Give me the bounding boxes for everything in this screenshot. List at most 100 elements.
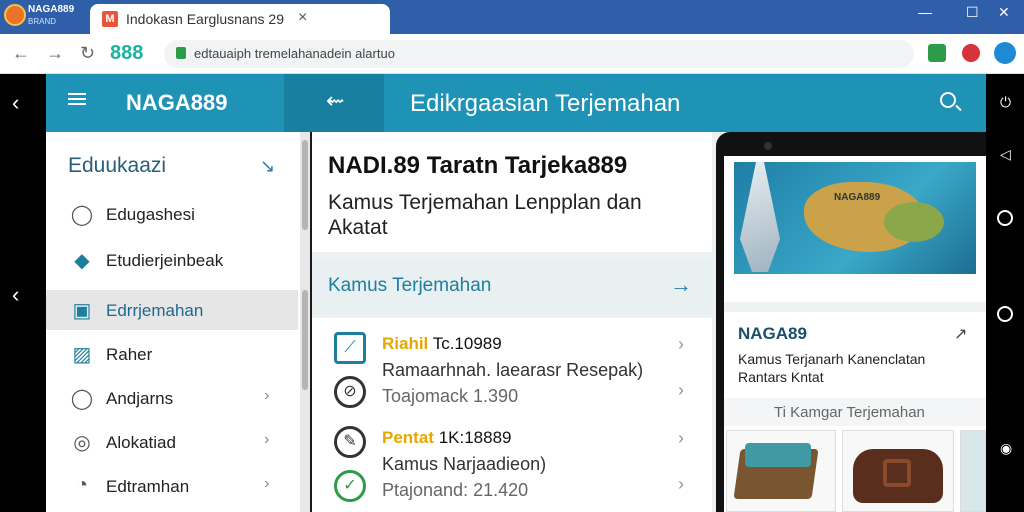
book-cover-image bbox=[745, 443, 811, 467]
bag-strap-image bbox=[883, 459, 911, 487]
reload-icon[interactable]: ↻ bbox=[80, 43, 95, 64]
sidebar-heading: Eduukaazi bbox=[68, 154, 167, 177]
search-icon[interactable] bbox=[940, 92, 956, 108]
no-entry-icon: ⊘ bbox=[334, 376, 366, 408]
phone-card[interactable]: NAGA89 ↗ Kamus Terjanarh Kanenclatan Ran… bbox=[724, 302, 986, 394]
product-tile-3[interactable] bbox=[960, 430, 986, 512]
sidebar-item-label: Raher bbox=[106, 345, 153, 364]
banner-label: Kamus Terjemahan bbox=[328, 275, 492, 296]
list-item-title[interactable]: Pentat 1K:18889 bbox=[382, 428, 511, 448]
chevron-right-icon[interactable]: › bbox=[678, 428, 684, 449]
tab-favicon-icon: M bbox=[102, 11, 118, 27]
hamburger-menu-icon[interactable] bbox=[68, 98, 86, 100]
device-controls-strip: ⏻ ◁ ◉ bbox=[986, 74, 1024, 512]
phone-card-subtitle: Kamus Terjanarh Kanenclatan Rantars Knta… bbox=[738, 351, 926, 385]
chevron-left-icon[interactable]: ‹ bbox=[12, 90, 19, 116]
chevron-right-icon[interactable]: › bbox=[678, 380, 684, 401]
chevron-left-icon-2[interactable]: ‹ bbox=[12, 282, 19, 308]
scrollbar-thumb[interactable] bbox=[302, 140, 308, 230]
chevron-right-icon: › bbox=[264, 387, 270, 404]
power-icon[interactable]: ⏻ bbox=[1000, 94, 1011, 111]
sidebar-item-edrrjemahan[interactable]: ▣ Edrrjemahan bbox=[46, 290, 298, 330]
dictionary-banner[interactable]: Kamus Terjemahan → bbox=[312, 258, 712, 314]
recents-circle-icon[interactable] bbox=[997, 306, 1013, 322]
phone-section-label: Ti Kamgar Terjemahan bbox=[774, 404, 925, 421]
list-item-subtitle: Kamus Narjaadieon) bbox=[382, 454, 547, 474]
app-header: NAGA889 ⇜ Edikrgaasian Terjemahan bbox=[46, 74, 986, 132]
back-arrow-icon[interactable]: ← bbox=[12, 43, 30, 64]
sidebar-item-label: Andjarns bbox=[106, 389, 174, 408]
sidebar-item-label: Edtramhan bbox=[106, 477, 190, 496]
lock-icon bbox=[176, 47, 186, 59]
chat-bubble-icon: ◔ bbox=[75, 474, 89, 496]
extension-icon[interactable] bbox=[928, 44, 946, 62]
list-item-meta: Toajomack 1.390 bbox=[382, 386, 519, 406]
intro-card: NADI.89 Taratn Tarjeka889 Kamus Terjemah… bbox=[312, 132, 712, 252]
sidebar-item-raher[interactable]: ▨ Raher bbox=[46, 334, 298, 374]
browser-tab[interactable]: M Indokasn Earglusnans 29 × bbox=[90, 4, 390, 34]
close-window-button[interactable]: ✕ bbox=[998, 4, 1010, 21]
sidebar-item-andjarns[interactable]: ◯ Andjarns › bbox=[46, 378, 298, 418]
brand-888-logo: 888 bbox=[110, 42, 144, 64]
sidebar: Eduukaazi ↘ ◯ Edugashesi ◆ Etudierjeinbe… bbox=[46, 132, 302, 512]
chevron-right-icon: › bbox=[264, 431, 270, 448]
chevron-right-icon: › bbox=[264, 475, 270, 492]
home-circle-icon[interactable] bbox=[997, 210, 1013, 226]
translation-list: ⟋ Riahil Tc.10989 › Ramaarhnah. laearasr… bbox=[312, 318, 712, 512]
forward-arrow-icon[interactable]: → bbox=[46, 43, 64, 64]
url-input[interactable]: edtauaiph tremelahanadein alartuo bbox=[164, 40, 914, 68]
product-tile-book[interactable] bbox=[726, 430, 836, 512]
bird-icon: ◆ bbox=[74, 250, 90, 272]
world-map-image: NAGA889 bbox=[734, 162, 976, 274]
phone-camera-icon bbox=[764, 142, 772, 150]
list-item-title[interactable]: Riahil Tc.10989 bbox=[382, 334, 502, 354]
edit-circle-icon: ✎ bbox=[334, 426, 366, 458]
sidebar-item-alokatiad[interactable]: ◎ Alokatiad › bbox=[46, 422, 298, 462]
header-title: NAGA889 bbox=[126, 90, 228, 115]
minimize-button[interactable]: — bbox=[918, 4, 932, 20]
section-title: Edikrgaasian Terjemahan bbox=[410, 90, 681, 117]
address-bar: ← → ↻ 888 edtauaiph tremelahanadein alar… bbox=[0, 34, 1024, 74]
tab-close-icon[interactable]: × bbox=[298, 9, 307, 27]
left-nav-strip: ‹ ‹ bbox=[0, 74, 46, 512]
list-item-subtitle: Ramaarhnah. laearasr Resepak) bbox=[382, 360, 644, 380]
maximize-button[interactable]: ☐ bbox=[966, 4, 979, 21]
phone-section-header: Ti Kamgar Terjemahan bbox=[724, 398, 986, 426]
phone-card-title: NAGA89 bbox=[738, 324, 807, 343]
back-arrow-icon: ⇜ bbox=[326, 88, 345, 113]
arrow-right-icon: → bbox=[670, 272, 692, 297]
sidebar-item-label: Alokatiad bbox=[106, 433, 176, 452]
square-target-icon: ◎ bbox=[73, 432, 91, 454]
chevron-right-icon[interactable]: › bbox=[678, 334, 684, 355]
card-title: NADI.89 Taratn Tarjeka889 bbox=[328, 152, 628, 179]
scrollbar-thumb-2[interactable] bbox=[302, 290, 308, 390]
person-icon: ◯ bbox=[70, 388, 94, 410]
settings-gear-icon[interactable] bbox=[994, 42, 1016, 64]
edit-square-icon: ▣ bbox=[72, 300, 92, 322]
assistant-icon[interactable]: ◉ bbox=[1000, 440, 1012, 457]
app-sub: BRAND bbox=[28, 17, 57, 26]
user-outline-icon: ◯ bbox=[70, 204, 94, 226]
app-name: NAGA889 bbox=[28, 4, 75, 15]
product-tile-bag[interactable] bbox=[842, 430, 954, 512]
airplane-icon bbox=[740, 162, 780, 272]
header-back-button[interactable]: ⇜ bbox=[284, 74, 384, 132]
tab-title: Indokasn Earglusnans 29 bbox=[126, 11, 284, 27]
chevron-right-icon[interactable]: › bbox=[678, 474, 684, 495]
sidebar-item-label: Etudierjeinbeak bbox=[106, 251, 224, 270]
sidebar-item-etudier[interactable]: ◆ Etudierjeinbeak bbox=[46, 240, 298, 280]
map-land-2 bbox=[884, 202, 944, 242]
pin-icon[interactable] bbox=[962, 44, 980, 62]
sidebar-item-edtramhan[interactable]: ◔ Edtramhan › bbox=[46, 466, 298, 506]
expand-arrow-icon[interactable]: ↗ bbox=[954, 324, 967, 344]
sidebar-item-label: Edrrjemahan bbox=[106, 301, 204, 320]
browser-title-bar: NAGA889 BRAND M Indokasn Earglusnans 29 … bbox=[0, 0, 1024, 34]
list-item-meta: Ptajonand: 21.420 bbox=[382, 480, 529, 500]
main-content: NADI.89 Taratn Tarjeka889 Kamus Terjemah… bbox=[312, 132, 714, 512]
collapse-arrow-icon[interactable]: ↘ bbox=[260, 156, 275, 177]
map-label: NAGA889 bbox=[834, 192, 881, 203]
check-circle-icon: ✓ bbox=[334, 470, 366, 502]
url-text: edtauaiph tremelahanadein alartuo bbox=[194, 46, 395, 61]
sidebar-item-edugashesi[interactable]: ◯ Edugashesi bbox=[46, 194, 298, 234]
back-triangle-icon[interactable]: ◁ bbox=[1000, 146, 1011, 163]
